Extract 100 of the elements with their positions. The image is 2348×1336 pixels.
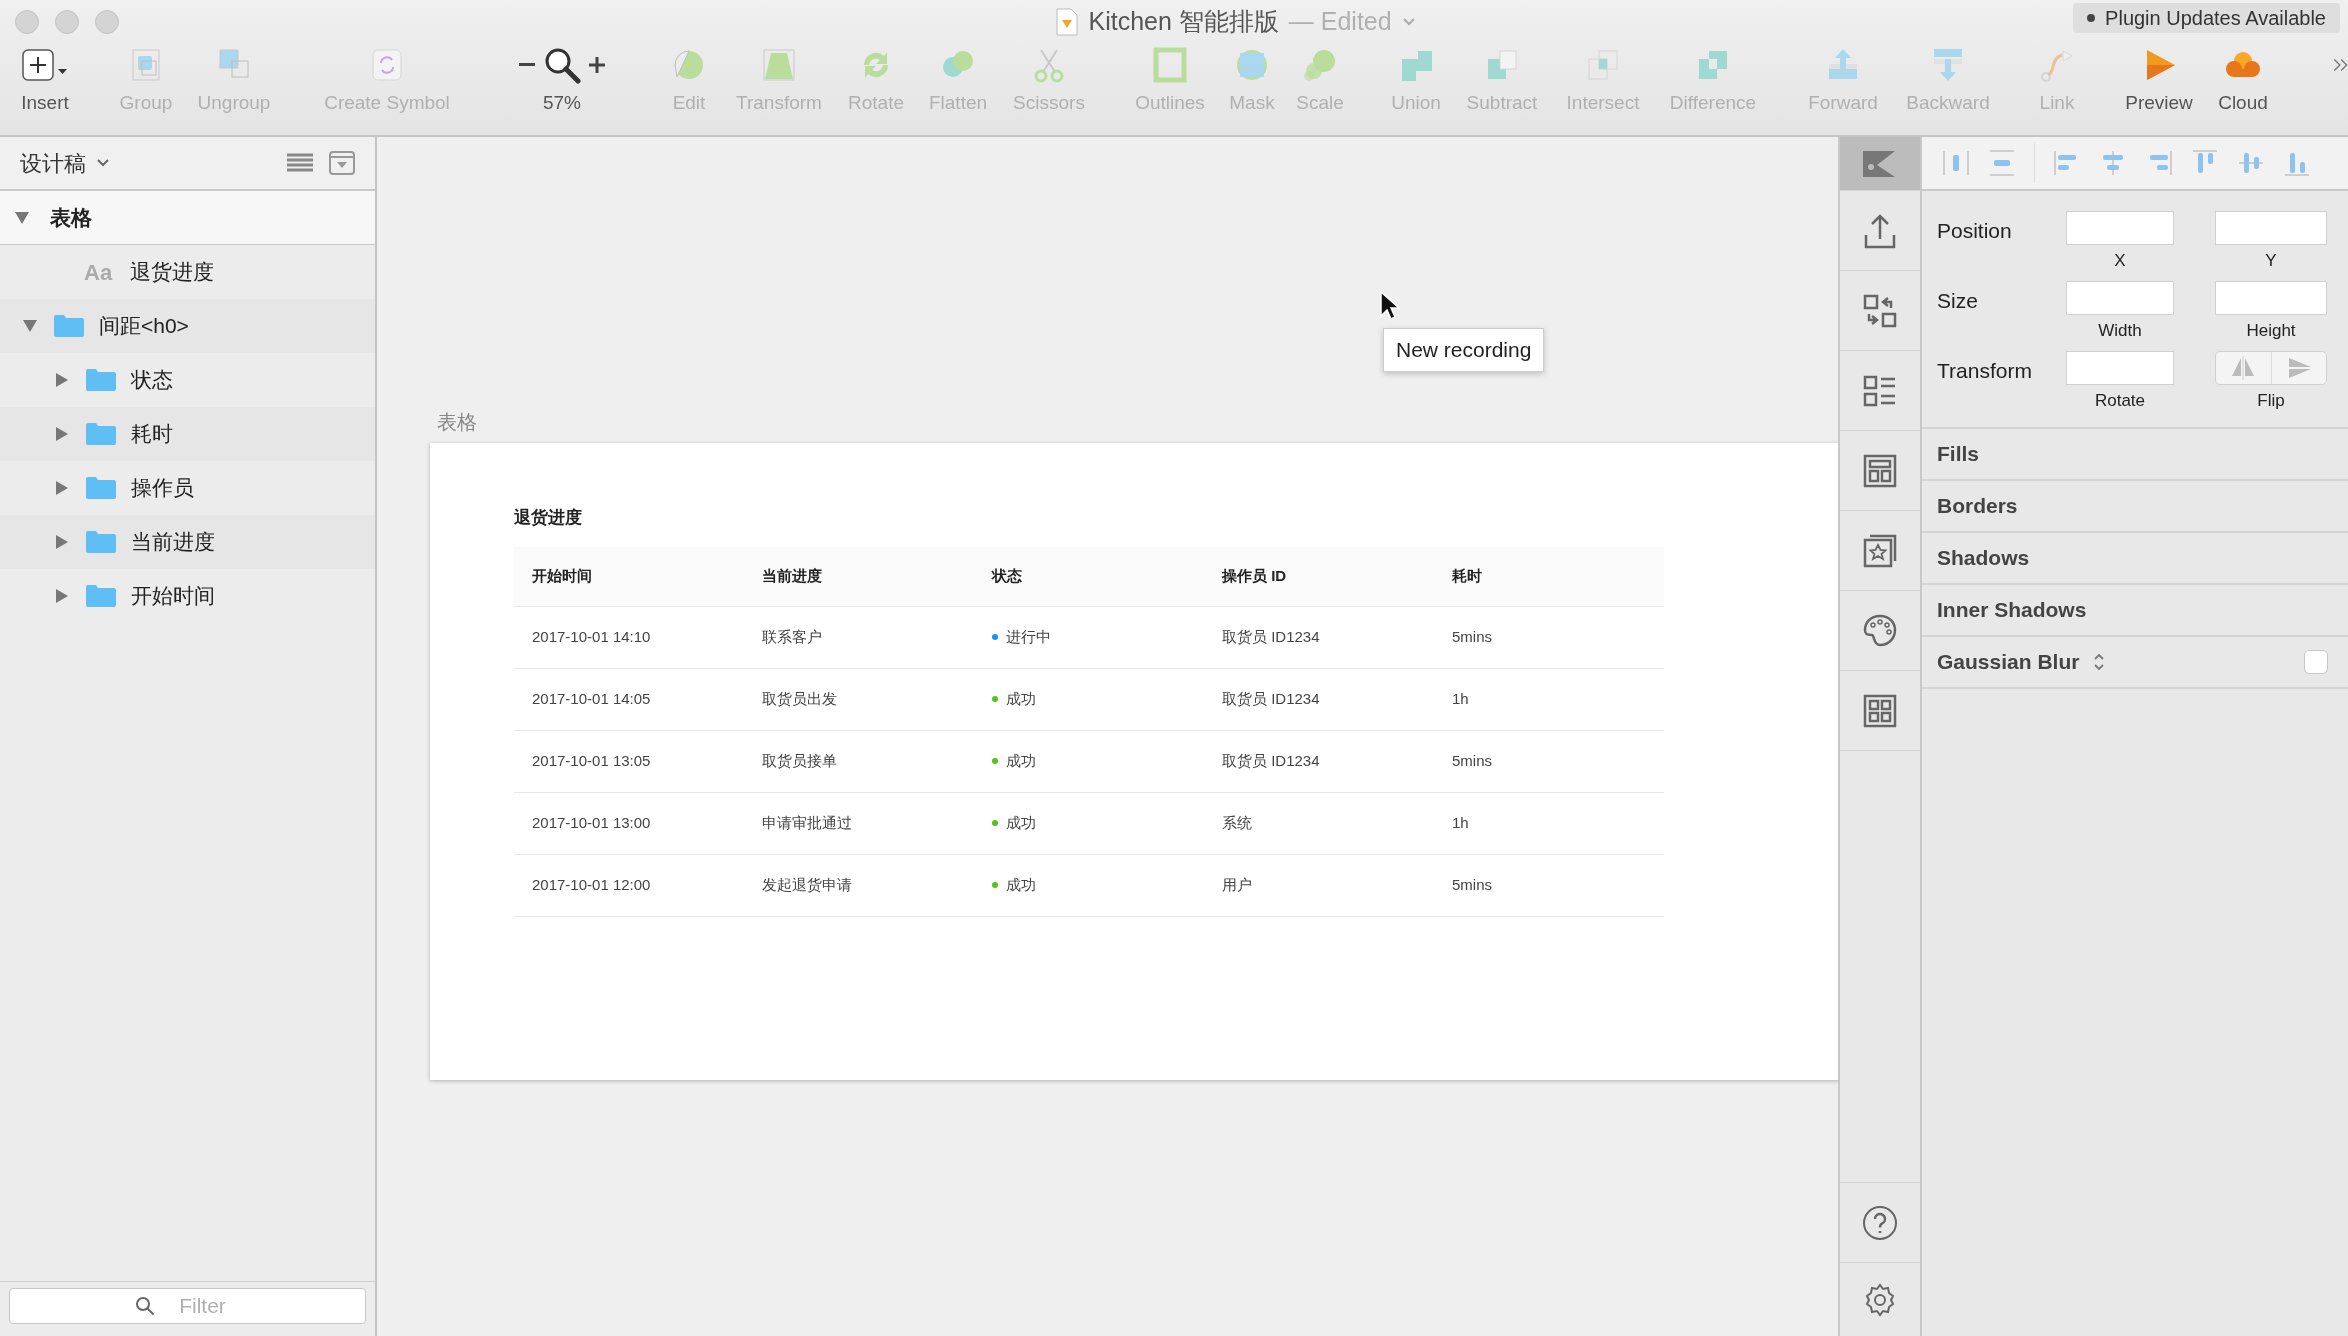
- layer-name: 退货进度: [130, 259, 214, 286]
- field-caption: Y: [2265, 250, 2277, 272]
- field-label: Position: [1937, 218, 2013, 244]
- flip-control[interactable]: [2215, 351, 2327, 385]
- number-field[interactable]: [2215, 211, 2327, 245]
- layer-name: 开始时间: [131, 583, 215, 610]
- toolbar-button[interactable]: Insert: [14, 47, 76, 118]
- table-cell: 申请审批通过: [762, 813, 852, 831]
- status-label: 成功: [1006, 874, 1036, 895]
- layer-name: 耗时: [131, 421, 173, 448]
- number-field[interactable]: [2066, 281, 2174, 315]
- section-header[interactable]: Gaussian Blur: [1937, 646, 2080, 678]
- table-cell: 2017-10-01 13:00: [532, 813, 651, 831]
- status-label: 成功: [1006, 812, 1036, 833]
- layer-row[interactable]: 当前进度: [0, 515, 375, 569]
- help-icon[interactable]: [1862, 1204, 1898, 1241]
- table-cell: 发起退货申请: [762, 875, 852, 893]
- layer-name: 当前进度: [131, 529, 215, 556]
- disclosure-triangle[interactable]: [14, 210, 30, 225]
- section-header[interactable]: Borders: [1937, 490, 2018, 522]
- artboard-label[interactable]: 表格: [437, 407, 477, 437]
- inspector-tab[interactable]: [1840, 137, 1920, 191]
- table-cell: 5mins: [1452, 627, 1492, 645]
- layer-name: 状态: [131, 367, 173, 394]
- table-cell: 2017-10-01 14:05: [532, 689, 651, 707]
- document-icon: [1056, 7, 1079, 36]
- palette-icon: [1862, 612, 1898, 649]
- filter-field[interactable]: Filter: [9, 1288, 366, 1324]
- layer-name: 间距<h0>: [99, 313, 189, 340]
- table-cell: 系统: [1222, 813, 1252, 831]
- zoom-in-icon[interactable]: [589, 57, 605, 74]
- number-field[interactable]: [2215, 281, 2327, 315]
- plugin-updates-badge[interactable]: Plugin Updates Available: [2073, 2, 2340, 33]
- plus-icon: [21, 47, 69, 84]
- field-caption: Height: [2246, 320, 2296, 342]
- table-cell: 取货员出发: [762, 689, 837, 707]
- collapse-icon[interactable]: [329, 151, 355, 175]
- folder-icon: [86, 585, 116, 607]
- folder-icon: [86, 369, 116, 391]
- table-cell: 5mins: [1452, 875, 1492, 893]
- chevron-down-icon[interactable]: [1401, 16, 1416, 27]
- toolbar-button[interactable]: Cloud: [2213, 47, 2273, 118]
- folder-icon: [86, 477, 116, 499]
- window-control[interactable]: [15, 9, 39, 34]
- status-label: 成功: [1006, 750, 1036, 771]
- column-header: 操作员 ID: [1222, 566, 1287, 584]
- layer-row[interactable]: 耗时: [0, 407, 375, 461]
- section-header[interactable]: Fills: [1937, 438, 1979, 470]
- window-control[interactable]: [95, 9, 119, 34]
- table-cell: 2017-10-01 13:05: [532, 751, 651, 769]
- star-symbol-icon: [1862, 532, 1898, 569]
- checkbox[interactable]: [2304, 650, 2328, 674]
- table-cell: 2017-10-01 14:10: [532, 627, 651, 645]
- grid-icon: [1862, 692, 1898, 729]
- status-label: 进行中: [1006, 626, 1051, 647]
- page-selector[interactable]: 设计稿: [20, 146, 110, 180]
- status-label: 成功: [1006, 688, 1036, 709]
- swap-icon: [1862, 292, 1898, 329]
- field-caption: X: [2114, 250, 2126, 272]
- field-caption: Width: [2098, 320, 2142, 342]
- section-header[interactable]: Shadows: [1937, 542, 2030, 574]
- toolbar-button[interactable]: Preview: [2124, 47, 2194, 118]
- disclosure-triangle[interactable]: [55, 534, 69, 550]
- folder-icon: [86, 531, 116, 553]
- list-icon[interactable]: [287, 153, 313, 173]
- field-label: Size: [1937, 288, 1979, 314]
- disclosure-triangle[interactable]: [55, 588, 69, 604]
- zoom-out-icon[interactable]: [519, 63, 535, 68]
- window-title: Kitchen 智能排版: [1088, 5, 1279, 37]
- field-caption: Flip: [2257, 390, 2285, 412]
- folder-icon: [86, 423, 116, 445]
- table-cell: 1h: [1452, 813, 1469, 831]
- table-title: 退货进度: [514, 507, 582, 529]
- disclosure-triangle[interactable]: [55, 480, 69, 496]
- column-header: 当前进度: [762, 566, 822, 584]
- layer-row[interactable]: 间距<h0>: [0, 299, 375, 353]
- table-cell: 联系客户: [762, 627, 822, 645]
- section-header[interactable]: Inner Shadows: [1937, 594, 2087, 626]
- table-cell: 取货员接单: [762, 751, 837, 769]
- window-control[interactable]: [55, 9, 79, 34]
- number-field[interactable]: [2066, 351, 2174, 385]
- edited-status[interactable]: — Edited: [1288, 2, 1392, 41]
- stepper-icon[interactable]: [2093, 652, 2106, 672]
- field-label: Transform: [1937, 358, 2033, 384]
- disclosure-triangle[interactable]: [55, 372, 69, 388]
- search-icon: [135, 1296, 155, 1316]
- number-field[interactable]: [2066, 211, 2174, 245]
- disclosure-triangle[interactable]: [22, 319, 38, 333]
- table-cell: 1h: [1452, 689, 1469, 707]
- disclosure-triangle[interactable]: [55, 426, 69, 442]
- folder-icon: [54, 315, 84, 337]
- distribute-vertical-icon[interactable]: [1988, 147, 2016, 179]
- zoom-level[interactable]: 57%: [543, 89, 581, 118]
- column-header: 状态: [992, 566, 1022, 584]
- table-cell: 5mins: [1452, 751, 1492, 769]
- layout-icon: [1862, 452, 1898, 489]
- layer-row[interactable]: 表格: [0, 191, 375, 245]
- chevron-down-icon: [96, 158, 110, 168]
- table-cell: 取货员 ID1234: [1222, 689, 1320, 707]
- text-layer-icon: Aa: [84, 255, 120, 289]
